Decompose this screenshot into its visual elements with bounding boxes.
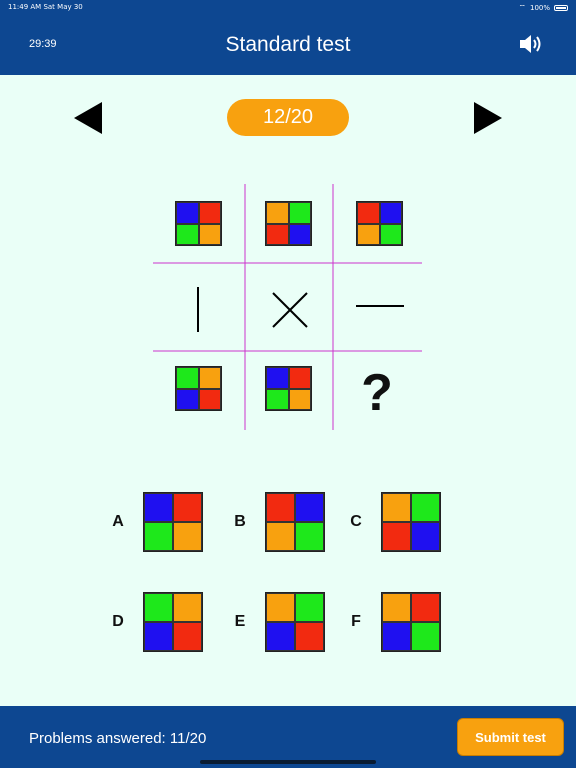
speaker-icon[interactable] bbox=[518, 32, 544, 56]
option-f[interactable] bbox=[381, 592, 441, 652]
status-time-date: 11:49 AM Sat May 30 bbox=[8, 3, 83, 11]
puzzle-tile-r3c2 bbox=[265, 366, 312, 411]
tile-quadrant-top-right bbox=[411, 493, 440, 522]
tile-quadrant-top-left bbox=[266, 493, 295, 522]
tile-quadrant-bottom-left bbox=[382, 622, 411, 651]
option-d[interactable] bbox=[143, 592, 203, 652]
tile-quadrant-top-left bbox=[266, 593, 295, 622]
puzzle-tile-r1c2 bbox=[265, 201, 312, 246]
tile-quadrant-bottom-left bbox=[176, 223, 199, 245]
tile-quadrant-bottom-left bbox=[382, 522, 411, 551]
tile-quadrant-bottom-right bbox=[288, 388, 311, 410]
puzzle-tile-r1c1 bbox=[175, 201, 222, 246]
tile-quadrant-bottom-right bbox=[295, 622, 324, 651]
tile-quadrant-bottom-left bbox=[266, 622, 295, 651]
tile-quadrant-bottom-right bbox=[379, 223, 402, 245]
tile-quadrant-top-right bbox=[173, 593, 202, 622]
option-label-e: E bbox=[234, 613, 246, 630]
tile-quadrant-bottom-right bbox=[411, 622, 440, 651]
tile-quadrant-bottom-right bbox=[173, 622, 202, 651]
bottom-bar: Problems answered: 11/20 Submit test bbox=[0, 706, 576, 768]
battery-percent: 100% bbox=[529, 4, 550, 12]
home-indicator bbox=[200, 760, 376, 764]
tile-quadrant-bottom-right bbox=[173, 522, 202, 551]
tile-quadrant-top-right bbox=[295, 493, 324, 522]
tile-quadrant-bottom-right bbox=[295, 522, 324, 551]
tile-quadrant-top-left bbox=[382, 593, 411, 622]
puzzle-tile-r1c3 bbox=[356, 201, 403, 246]
option-c[interactable] bbox=[381, 492, 441, 552]
cross-icon bbox=[272, 292, 308, 328]
option-label-b: B bbox=[234, 513, 246, 530]
tile-quadrant-bottom-right bbox=[198, 388, 221, 410]
tile-quadrant-top-right bbox=[411, 593, 440, 622]
option-e[interactable] bbox=[265, 592, 325, 652]
status-right: ⌔ 100% bbox=[518, 3, 568, 13]
option-label-d: D bbox=[112, 613, 124, 630]
page-title: Standard test bbox=[225, 33, 351, 56]
problems-answered: Problems answered: 11/20 bbox=[29, 730, 207, 747]
tile-quadrant-top-right bbox=[198, 367, 221, 389]
submit-test-button[interactable]: Submit test bbox=[457, 718, 564, 756]
option-b[interactable] bbox=[265, 492, 325, 552]
tile-quadrant-bottom-right bbox=[198, 223, 221, 245]
option-label-c: C bbox=[350, 513, 362, 530]
tile-quadrant-bottom-left bbox=[357, 223, 380, 245]
tile-quadrant-top-right bbox=[173, 493, 202, 522]
tile-quadrant-top-right bbox=[295, 593, 324, 622]
tile-quadrant-top-right bbox=[288, 202, 311, 224]
missing-answer-mark: ? bbox=[361, 364, 393, 422]
option-label-a: A bbox=[112, 513, 124, 530]
top-bar: 11:49 AM Sat May 30 ⌔ 100% 29:39 Standar… bbox=[0, 0, 576, 75]
puzzle-tile-r3c1 bbox=[175, 366, 222, 411]
tile-quadrant-top-left bbox=[266, 202, 289, 224]
tile-quadrant-top-left bbox=[144, 593, 173, 622]
tile-quadrant-bottom-left bbox=[266, 522, 295, 551]
tile-quadrant-bottom-right bbox=[411, 522, 440, 551]
next-question-button[interactable] bbox=[472, 101, 504, 135]
tile-quadrant-top-right bbox=[288, 367, 311, 389]
battery-icon bbox=[554, 5, 568, 11]
question-counter: 12/20 bbox=[227, 99, 349, 136]
option-label-f: F bbox=[351, 613, 361, 630]
tile-quadrant-bottom-right bbox=[288, 223, 311, 245]
tile-quadrant-top-right bbox=[198, 202, 221, 224]
tile-quadrant-top-left bbox=[266, 367, 289, 389]
tile-quadrant-bottom-left bbox=[144, 622, 173, 651]
tile-quadrant-bottom-left bbox=[176, 388, 199, 410]
option-a[interactable] bbox=[143, 492, 203, 552]
triangle-left-icon bbox=[74, 102, 102, 134]
previous-question-button[interactable] bbox=[72, 101, 104, 135]
wifi-icon: ⌔ bbox=[518, 3, 526, 12]
tile-quadrant-bottom-left bbox=[266, 388, 289, 410]
tile-quadrant-top-left bbox=[382, 493, 411, 522]
tile-quadrant-top-left bbox=[357, 202, 380, 224]
tile-quadrant-top-left bbox=[176, 367, 199, 389]
tile-quadrant-top-right bbox=[379, 202, 402, 224]
tile-quadrant-top-left bbox=[144, 493, 173, 522]
tile-quadrant-bottom-left bbox=[266, 223, 289, 245]
tile-quadrant-top-left bbox=[176, 202, 199, 224]
triangle-right-icon bbox=[474, 102, 502, 134]
tile-quadrant-bottom-left bbox=[144, 522, 173, 551]
